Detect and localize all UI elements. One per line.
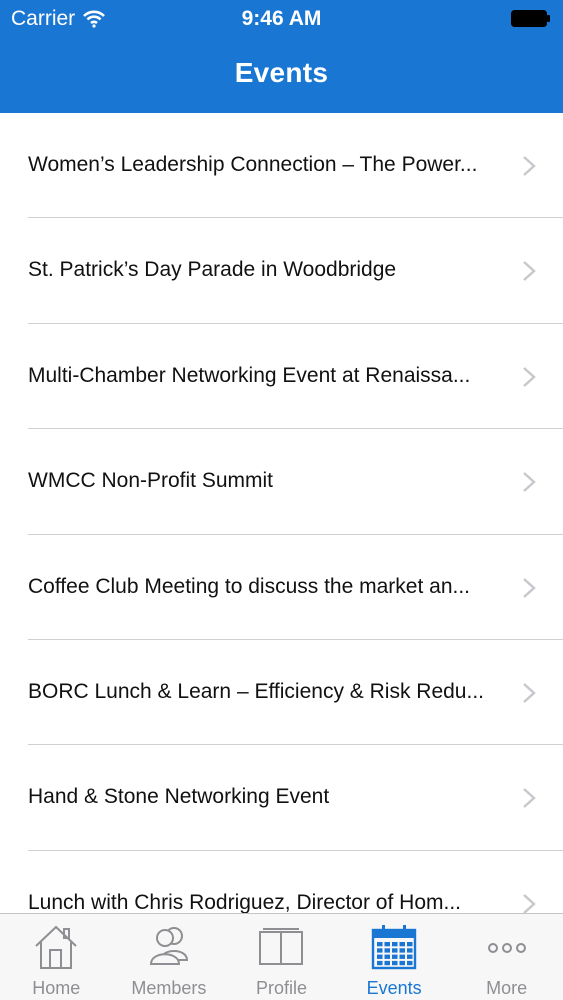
- chevron-right-icon: [523, 788, 536, 809]
- event-row[interactable]: Lunch with Chris Rodriguez, Director of …: [0, 851, 563, 913]
- event-row[interactable]: Coffee Club Meeting to discuss the marke…: [0, 535, 563, 641]
- event-title: Coffee Club Meeting to discuss the marke…: [28, 574, 471, 598]
- chevron-right-icon: [523, 472, 536, 493]
- event-row[interactable]: Hand & Stone Networking Event: [0, 745, 563, 852]
- event-row[interactable]: Women’s Leadership Connection – The Powe…: [0, 113, 563, 219]
- tab-bar: Home Members Profile Events More: [0, 913, 563, 1000]
- book-icon: [259, 928, 304, 965]
- event-title: Multi-Chamber Networking Event at Renais…: [28, 363, 471, 387]
- events-list: Women’s Leadership Connection – The Powe…: [0, 113, 563, 913]
- chevron-right-icon: [523, 261, 536, 282]
- event-title: Women’s Leadership Connection – The Powe…: [28, 153, 478, 176]
- members-icon: [149, 927, 188, 965]
- tab-members[interactable]: Members: [113, 914, 226, 1000]
- event-row[interactable]: BORC Lunch & Learn – Efficiency & Risk R…: [0, 640, 563, 746]
- tab-label: Members: [131, 978, 207, 998]
- chevron-right-icon: [523, 683, 536, 703]
- battery-icon: [511, 10, 550, 27]
- tab-label: More: [486, 978, 528, 998]
- tab-home[interactable]: Home: [0, 914, 113, 1000]
- calendar-icon: [371, 925, 417, 970]
- event-title: Lunch with Chris Rodriguez, Director of …: [28, 890, 461, 913]
- tab-label: Events: [366, 978, 422, 998]
- chevron-right-icon: [523, 893, 536, 913]
- event-title: Hand & Stone Networking Event: [28, 785, 330, 809]
- page-title: Events: [234, 57, 329, 88]
- house-icon: [35, 925, 77, 969]
- app-screen: Carrier 9:46 AM Events Women’s Leadershi…: [0, 0, 563, 1000]
- event-title: BORC Lunch & Learn – Efficiency & Risk R…: [28, 679, 484, 703]
- tab-label: Home: [32, 978, 81, 998]
- tab-events[interactable]: Events: [338, 914, 451, 1000]
- event-row[interactable]: St. Patrick’s Day Parade in Woodbridge: [0, 218, 563, 325]
- event-row[interactable]: WMCC Non-Profit Summit: [0, 429, 563, 535]
- chevron-right-icon: [523, 156, 536, 176]
- tab-label: Profile: [255, 978, 307, 998]
- chevron-right-icon: [523, 366, 536, 387]
- event-title: WMCC Non-Profit Summit: [28, 469, 274, 493]
- event-title: St. Patrick’s Day Parade in Woodbridge: [28, 258, 397, 282]
- more-dots-icon: [487, 943, 526, 953]
- tab-profile[interactable]: Profile: [225, 914, 338, 1000]
- tab-more[interactable]: More: [450, 914, 563, 1000]
- status-time: 9:46 AM: [241, 7, 322, 30]
- chevron-right-icon: [523, 577, 536, 598]
- event-row[interactable]: Multi-Chamber Networking Event at Renais…: [0, 324, 563, 430]
- status-bar: Carrier 9:46 AM: [0, 0, 563, 38]
- navigation-header: Carrier 9:46 AM Events: [0, 0, 563, 113]
